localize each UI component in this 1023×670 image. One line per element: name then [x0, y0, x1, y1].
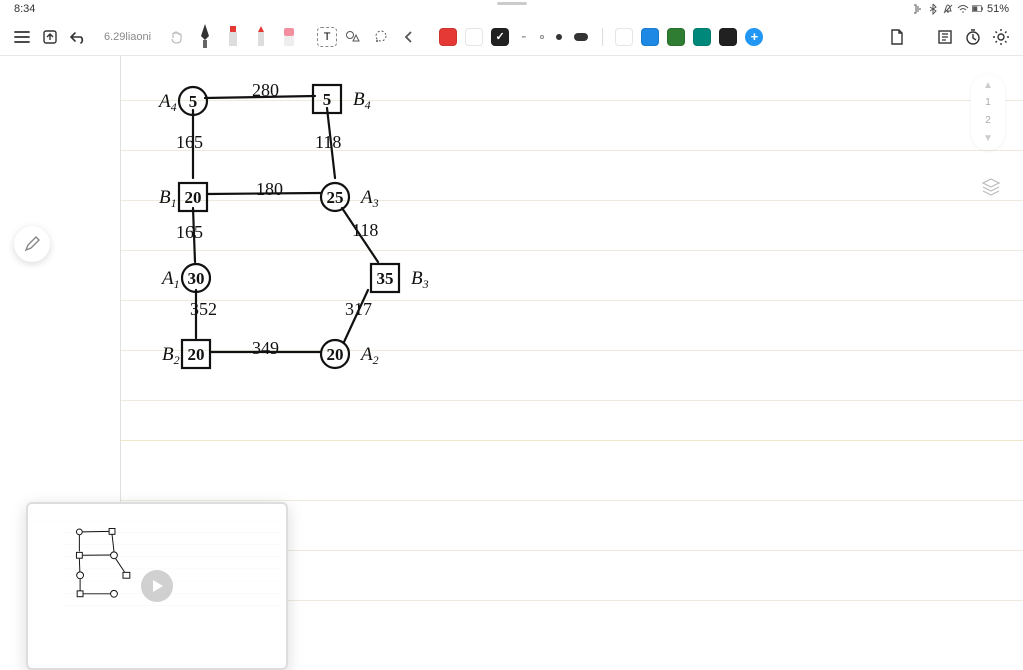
- swatch-white[interactable]: [615, 28, 633, 46]
- new-page-icon[interactable]: [885, 25, 909, 49]
- play-button[interactable]: [141, 570, 173, 602]
- timer-icon[interactable]: [961, 25, 985, 49]
- drag-handle[interactable]: [497, 2, 527, 5]
- page-up-icon[interactable]: ▲: [983, 80, 993, 91]
- dnd-icon: [942, 3, 954, 15]
- preview-thumbnail[interactable]: [26, 502, 288, 670]
- pencil-tool[interactable]: [251, 22, 271, 52]
- stroke-medium[interactable]: [556, 34, 562, 40]
- swatch-teal[interactable]: [693, 28, 711, 46]
- canvas[interactable]: 55202530352020 A4B4B1A3A1B3B2A2 28016511…: [0, 56, 1023, 640]
- menu-icon[interactable]: [10, 25, 34, 49]
- page-down-icon[interactable]: ▼: [983, 133, 993, 144]
- page-number-2[interactable]: 2: [985, 115, 991, 127]
- color-red[interactable]: [439, 28, 457, 46]
- export-icon[interactable]: [38, 25, 62, 49]
- divider: [602, 28, 603, 46]
- toolbar: 6.29liaoni T ✓ - +: [0, 18, 1023, 56]
- text-tool-icon[interactable]: T: [317, 27, 337, 47]
- eraser-tool[interactable]: [279, 22, 299, 52]
- swatch-black[interactable]: [719, 28, 737, 46]
- back-icon[interactable]: [397, 25, 421, 49]
- undo-icon[interactable]: [66, 25, 90, 49]
- page-nav: ▲ 1 2 ▼: [971, 74, 1005, 150]
- document-name[interactable]: 6.29liaoni: [98, 29, 157, 45]
- separator-dash: -: [521, 28, 526, 46]
- stroke-thick[interactable]: [574, 33, 588, 41]
- bookmark-icon[interactable]: [933, 25, 957, 49]
- swatch-blue[interactable]: [641, 28, 659, 46]
- shapes-tool-icon[interactable]: [341, 25, 365, 49]
- marker-red-tool[interactable]: [223, 22, 243, 52]
- edit-fab[interactable]: [14, 226, 50, 262]
- lasso-tool-icon[interactable]: [369, 25, 393, 49]
- layers-icon[interactable]: [981, 176, 1001, 201]
- bluetooth-icon: [927, 3, 939, 15]
- hand-tool-icon[interactable]: [165, 25, 189, 49]
- page-number-1[interactable]: 1: [985, 97, 991, 109]
- status-time: 8:34: [14, 3, 35, 15]
- settings-icon[interactable]: [989, 25, 1013, 49]
- battery-text: 51%: [987, 3, 1009, 15]
- fountain-pen-tool[interactable]: [195, 22, 215, 52]
- stroke-thin[interactable]: [540, 35, 544, 39]
- battery-icon: [972, 3, 984, 15]
- swatch-green[interactable]: [667, 28, 685, 46]
- status-right: 51%: [912, 3, 1009, 15]
- nfc-icon: [912, 3, 924, 15]
- color-black-selected[interactable]: ✓: [491, 28, 509, 46]
- add-color-button[interactable]: +: [745, 28, 763, 46]
- wifi-icon: [957, 3, 969, 15]
- color-white[interactable]: [465, 28, 483, 46]
